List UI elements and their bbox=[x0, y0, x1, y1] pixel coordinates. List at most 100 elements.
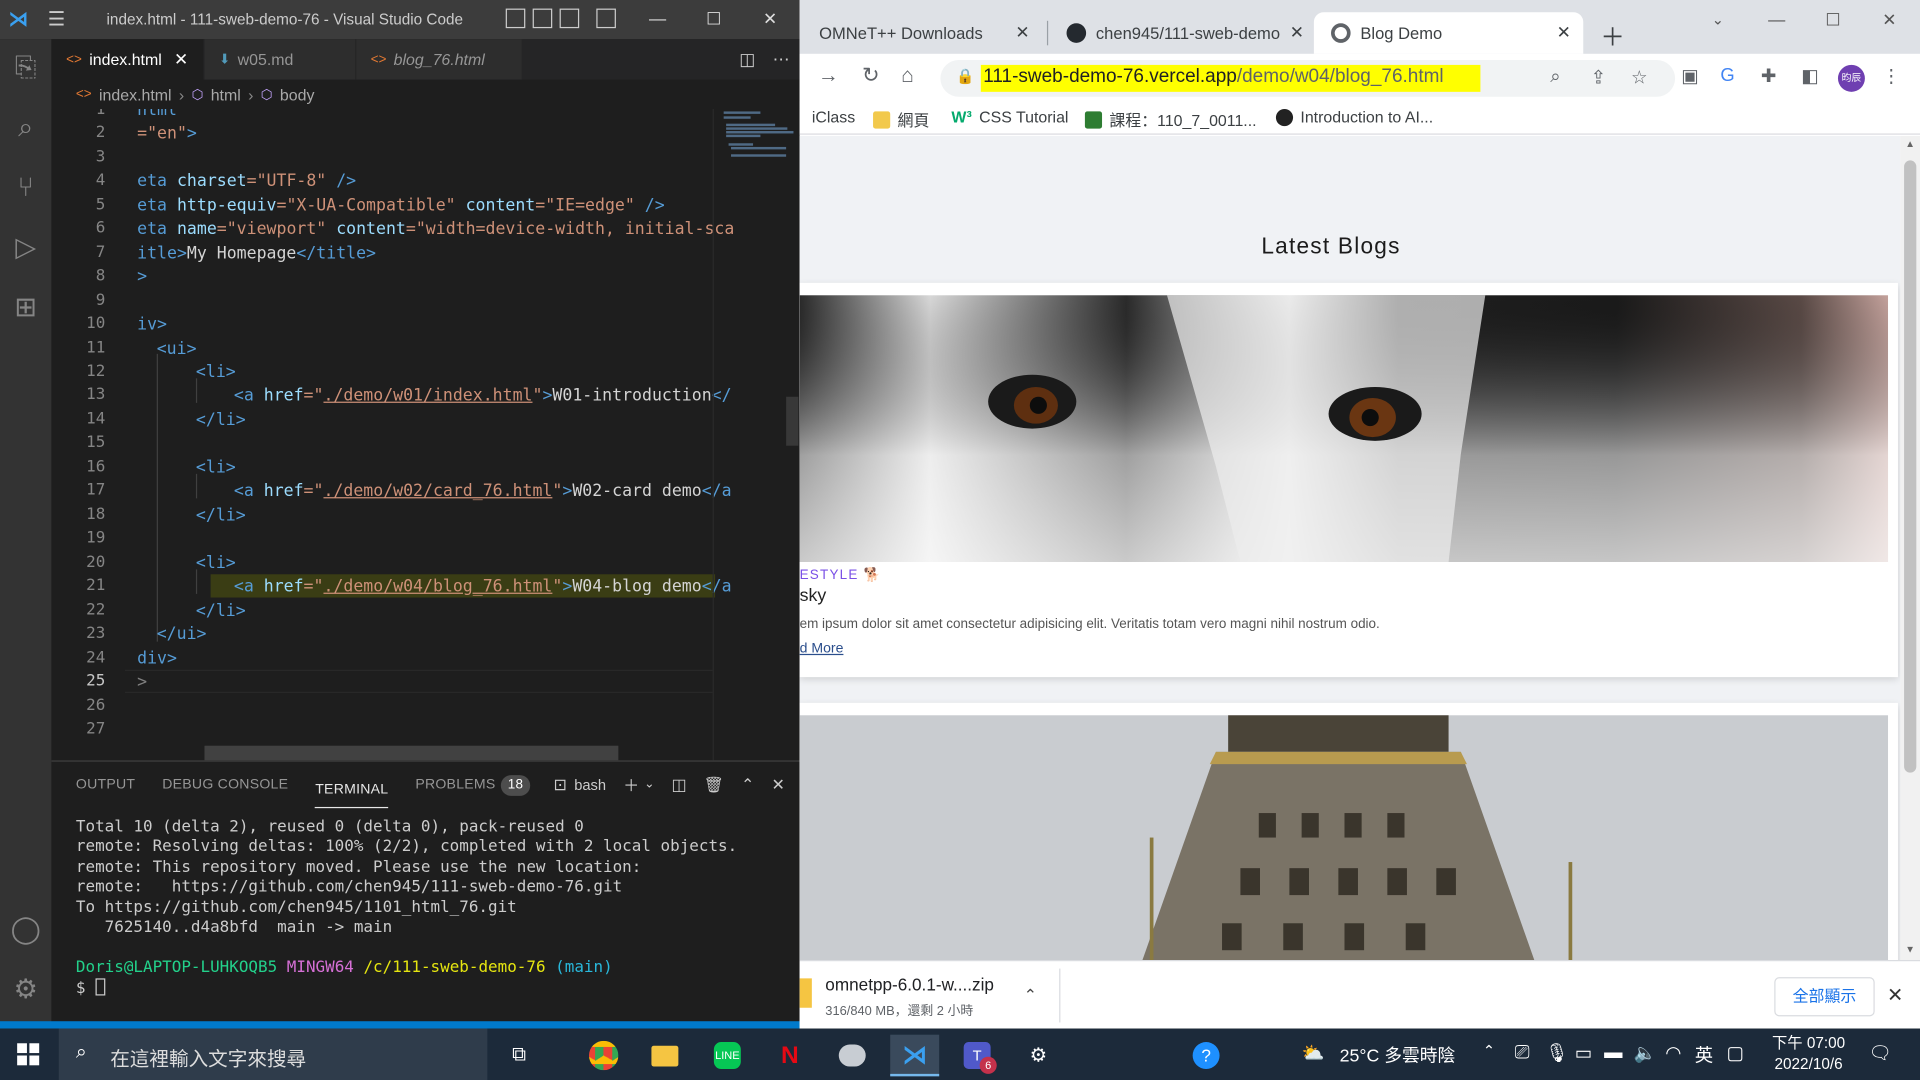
file-explorer-icon[interactable] bbox=[640, 1035, 689, 1077]
tab-output[interactable]: OUTPUT bbox=[76, 762, 135, 809]
zoom-icon[interactable]: ⌕ bbox=[1550, 66, 1560, 87]
read-more-link[interactable]: d More bbox=[800, 642, 844, 657]
maximize-panel-icon[interactable]: ⌃ bbox=[741, 774, 754, 794]
scroll-thumb[interactable] bbox=[1904, 160, 1917, 773]
reload-icon[interactable]: ↻ bbox=[862, 64, 879, 88]
download-filename[interactable]: omnetpp-6.0.1-w....zip bbox=[825, 975, 994, 995]
chevron-up-icon[interactable]: ⌃ bbox=[1024, 986, 1037, 1006]
line-app-icon[interactable]: LINE bbox=[703, 1035, 752, 1077]
system-clock[interactable]: 下午 07:00 2022/10/6 bbox=[1767, 1033, 1850, 1075]
line-extension-icon[interactable]: ▣ bbox=[1681, 65, 1698, 87]
weather-icon[interactable]: ⛅ bbox=[1302, 1042, 1325, 1064]
extensions-icon[interactable]: ⊞ bbox=[7, 289, 44, 326]
windows-start-icon[interactable] bbox=[17, 1043, 40, 1066]
wifi-icon[interactable]: ◠ bbox=[1665, 1042, 1681, 1064]
side-panel-icon[interactable]: ◧ bbox=[1801, 65, 1818, 87]
settings-gear-icon[interactable]: ⚙ bbox=[7, 971, 44, 1008]
home-icon[interactable]: ⌂ bbox=[901, 64, 914, 88]
tab-terminal[interactable]: TERMINAL bbox=[315, 771, 389, 809]
show-all-button[interactable]: 全部顯示 bbox=[1774, 977, 1875, 1017]
split-editor-icon[interactable]: ◫ bbox=[739, 49, 755, 70]
bookmark-intro-ai[interactable]: Introduction to AI... bbox=[1275, 108, 1433, 126]
shell-name[interactable]: bash bbox=[574, 776, 606, 793]
unknown-app-icon[interactable] bbox=[828, 1035, 877, 1077]
meet-now-icon[interactable]: ⎚ bbox=[1515, 1042, 1530, 1063]
split-terminal-icon[interactable]: ◫ bbox=[671, 774, 686, 794]
help-icon[interactable]: ? bbox=[1182, 1035, 1231, 1077]
menu-icon[interactable]: ☰ bbox=[48, 7, 80, 31]
battery-icon[interactable]: ▬ bbox=[1604, 1042, 1622, 1063]
url-text[interactable]: 111-sweb-demo-76.vercel.app/demo/w04/blo… bbox=[980, 64, 1481, 92]
browser-tab-github[interactable]: chen945/111-sweb-demo ✕ bbox=[1049, 12, 1316, 54]
chrome-app-icon[interactable] bbox=[579, 1035, 628, 1077]
restore-button[interactable]: ☐ bbox=[1805, 0, 1861, 42]
accounts-icon[interactable]: ◯ bbox=[7, 911, 44, 948]
task-view-icon[interactable]: ⧉ bbox=[495, 1035, 544, 1077]
tab-search-icon[interactable]: ⌄ bbox=[1690, 0, 1746, 42]
trash-icon[interactable]: 🗑 bbox=[704, 774, 724, 794]
vscode-app-icon[interactable]: ⋊ bbox=[890, 1034, 940, 1077]
browser-tab-omnet[interactable]: OMNeT++ Downloads ✕ bbox=[800, 12, 1042, 54]
share-icon[interactable]: ⇪ bbox=[1591, 66, 1606, 88]
run-debug-icon[interactable]: ▷ bbox=[7, 229, 44, 266]
bookmark-folder[interactable]: 網頁 bbox=[873, 108, 929, 131]
toggle-secondary-sidebar-icon[interactable] bbox=[559, 8, 580, 29]
search-icon[interactable]: ⌕ bbox=[7, 109, 44, 146]
tab-problems[interactable]: PROBLEMS 18 bbox=[415, 762, 531, 809]
forward-icon[interactable]: → bbox=[818, 64, 839, 88]
browser-tab-blog-demo[interactable]: Blog Demo ✕ bbox=[1313, 12, 1584, 54]
horizontal-scrollbar[interactable] bbox=[204, 745, 619, 761]
page-scrollbar[interactable]: ▲ ▼ bbox=[1900, 135, 1920, 961]
minimize-button[interactable]: — bbox=[629, 0, 685, 39]
bookmark-course[interactable]: 課程：110_7_0011... bbox=[1084, 108, 1257, 131]
bookmark-star-icon[interactable]: ☆ bbox=[1631, 66, 1647, 88]
notification-icon[interactable]: 🗨 bbox=[1869, 1042, 1892, 1064]
close-button[interactable]: ✕ bbox=[1861, 0, 1917, 42]
display-icon[interactable]: ▭ bbox=[1575, 1042, 1592, 1064]
netflix-app-icon[interactable]: N bbox=[765, 1035, 814, 1077]
chevron-down-icon[interactable]: ⌄ bbox=[644, 778, 654, 791]
customize-layout-icon[interactable] bbox=[596, 8, 616, 29]
address-bar[interactable]: 🔒 111-sweb-demo-76.vercel.app/demo/w04/b… bbox=[940, 60, 1676, 97]
toggle-panel-icon[interactable] bbox=[532, 8, 553, 29]
close-tab-icon[interactable]: ✕ bbox=[1557, 22, 1571, 43]
code-editor[interactable]: 1 2 3 4 5 6 7 8 9 10 11 12 13 14 15 16 1… bbox=[51, 108, 800, 761]
breadcrumb-item[interactable]: index.html bbox=[99, 85, 172, 103]
bookmark-css-tutorial[interactable]: W³ CSS Tutorial bbox=[951, 108, 1068, 126]
tab-blog-76-html[interactable]: <> blog_76.html bbox=[355, 39, 523, 80]
source-control-icon[interactable]: ⑂ bbox=[7, 169, 44, 206]
taskbar-search-box[interactable]: ⌕ 在這裡輸入文字來搜尋 bbox=[58, 1028, 488, 1080]
lock-icon[interactable]: 🔒 bbox=[956, 67, 974, 84]
new-terminal-icon[interactable]: ＋ bbox=[623, 773, 639, 796]
close-tab-icon[interactable]: ✕ bbox=[1290, 22, 1304, 43]
close-tab-icon[interactable]: ✕ bbox=[1015, 22, 1029, 43]
tab-index-html[interactable]: <> index.html ✕ bbox=[51, 39, 205, 80]
chrome-menu-icon[interactable]: ⋮ bbox=[1882, 65, 1900, 87]
terminal-shell-icon[interactable]: ⊡ bbox=[554, 774, 567, 794]
volume-icon[interactable]: 🔈 bbox=[1633, 1042, 1656, 1064]
terminal-output[interactable]: Total 10 (delta 2), reused 0 (delta 0), … bbox=[76, 818, 737, 1000]
close-button[interactable]: ✕ bbox=[742, 0, 798, 39]
more-actions-icon[interactable]: ⋯ bbox=[773, 49, 790, 70]
tab-debug-console[interactable]: DEBUG CONSOLE bbox=[162, 762, 288, 809]
maximize-button[interactable]: ☐ bbox=[686, 0, 742, 39]
close-tab-icon[interactable]: ✕ bbox=[174, 49, 188, 70]
teams-app-icon[interactable]: T6 bbox=[953, 1035, 1002, 1077]
breadcrumb-item[interactable]: html bbox=[211, 85, 241, 103]
bookmark-iclass[interactable]: iClass bbox=[812, 108, 855, 126]
tab-w05-md[interactable]: ⬇ w05.md bbox=[204, 39, 356, 80]
settings-gear-icon[interactable]: ⚙ bbox=[1014, 1035, 1063, 1077]
close-download-bar-icon[interactable]: ✕ bbox=[1887, 983, 1903, 1007]
translate-extension-icon[interactable]: G bbox=[1720, 65, 1734, 86]
microphone-icon[interactable]: 🎙 bbox=[1545, 1042, 1568, 1064]
ime-mode-icon[interactable]: ▢ bbox=[1727, 1042, 1744, 1064]
ime-indicator[interactable]: 英 bbox=[1695, 1042, 1713, 1068]
breadcrumb-item[interactable]: body bbox=[280, 85, 315, 103]
scroll-down-icon[interactable]: ▼ bbox=[1905, 944, 1915, 955]
vertical-scrollbar[interactable] bbox=[786, 396, 799, 446]
close-panel-icon[interactable]: ✕ bbox=[772, 774, 785, 794]
extensions-puzzle-icon[interactable]: ✚ bbox=[1761, 65, 1776, 87]
minimize-button[interactable]: — bbox=[1749, 0, 1805, 42]
weather-text[interactable]: 25°C 多雲時陰 bbox=[1340, 1042, 1456, 1068]
new-tab-icon[interactable]: ＋ bbox=[1600, 17, 1624, 53]
